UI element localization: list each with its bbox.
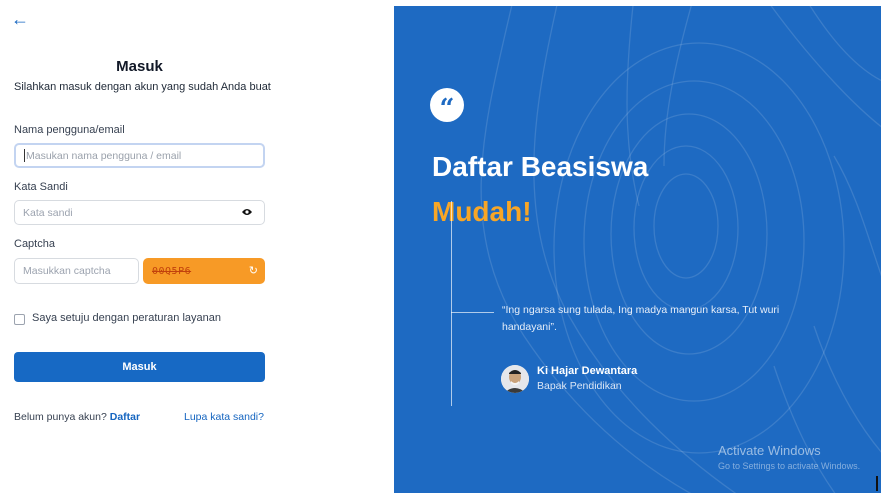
author-role: Bapak Pendidikan: [537, 380, 622, 392]
back-arrow-icon[interactable]: ←: [11, 10, 29, 28]
no-account-text: Belum punya akun?: [14, 411, 107, 423]
contour-pattern: [480, 6, 881, 493]
author-name: Ki Hajar Dewantara: [537, 365, 638, 377]
eye-icon[interactable]: [242, 208, 252, 216]
page-subtitle: Silahkan masuk dengan akun yang sudah An…: [14, 81, 271, 93]
signup-link[interactable]: Daftar: [110, 411, 140, 423]
username-placeholder: Masukan nama pengguna / email: [26, 149, 182, 162]
forgot-password-link[interactable]: Lupa kata sandi?: [184, 411, 264, 423]
hero-quote: “Ing ngarsa sung tulada, Ing madya mangu…: [502, 304, 780, 333]
password-label: Kata Sandi: [14, 181, 68, 193]
hero-panel: “ Daftar Beasiswa Mudah! “Ing ngarsa sun…: [394, 6, 881, 493]
text-caret: [24, 149, 25, 162]
captcha-code: 00Q5P6: [152, 265, 192, 277]
password-placeholder: Kata sandi: [23, 206, 73, 219]
hero-accent: Mudah!: [432, 196, 532, 227]
captcha-label: Captcha: [14, 238, 55, 250]
activate-windows-title: Activate Windows: [718, 443, 821, 458]
activate-windows-subtitle: Go to Settings to activate Windows.: [718, 461, 861, 471]
refresh-icon[interactable]: ↻: [249, 264, 258, 277]
text-cursor: [876, 476, 878, 491]
vertical-divider: [451, 201, 452, 406]
captcha-input[interactable]: Masukkan captcha: [14, 258, 139, 284]
signup-prompt: Belum punya akun? Daftar: [14, 411, 140, 423]
terms-checkbox[interactable]: [14, 314, 25, 325]
captcha-image: 00Q5P6 ↻: [143, 258, 265, 284]
login-button[interactable]: Masuk: [14, 352, 265, 382]
username-label: Nama pengguna/email: [14, 124, 125, 136]
username-input[interactable]: Masukan nama pengguna / email: [14, 143, 265, 168]
hero-title: Daftar Beasiswa: [432, 151, 649, 182]
author-avatar: [501, 365, 529, 393]
captcha-placeholder: Masukkan captcha: [23, 265, 111, 277]
terms-label: Saya setuju dengan peraturan layanan: [32, 312, 221, 324]
page-title: Masuk: [116, 58, 163, 75]
quote-icon: “: [430, 88, 464, 122]
horizontal-divider: [451, 312, 494, 313]
password-input[interactable]: Kata sandi: [14, 200, 265, 225]
